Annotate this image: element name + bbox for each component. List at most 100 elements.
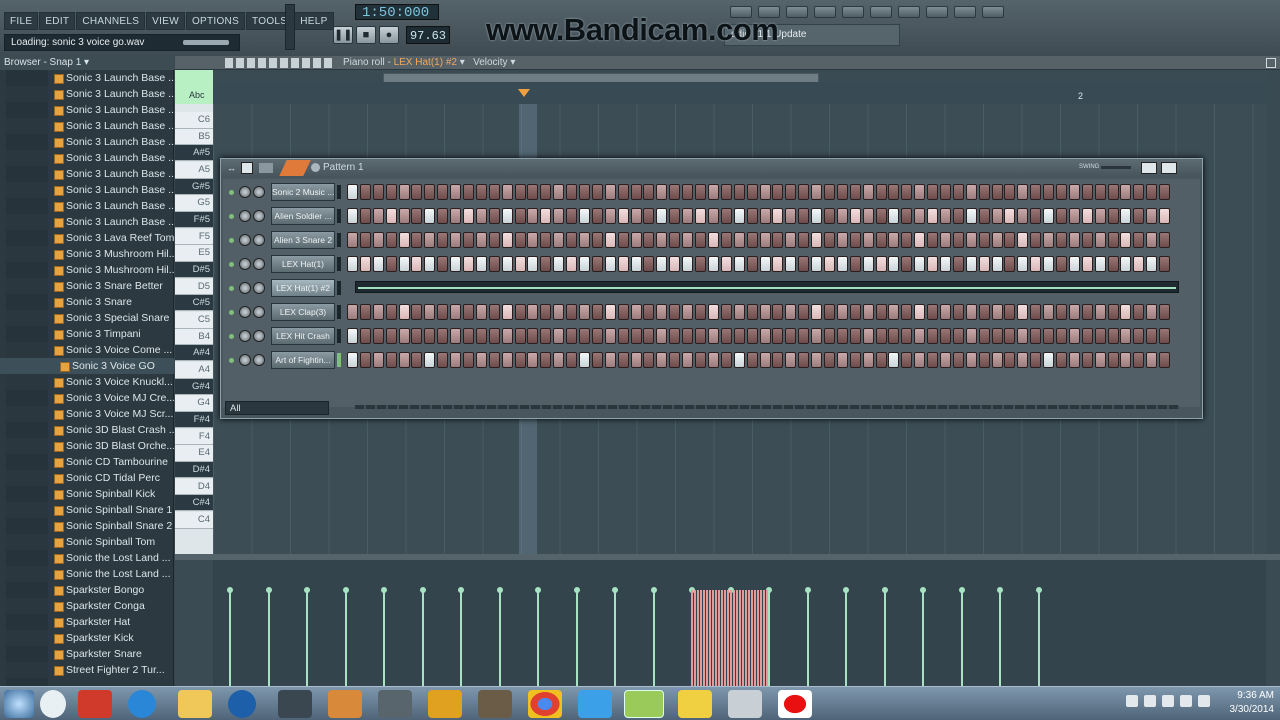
shortcut-button[interactable] bbox=[870, 6, 892, 18]
menu-help[interactable]: HELP bbox=[294, 12, 334, 30]
step-button[interactable] bbox=[695, 352, 707, 368]
step-button[interactable] bbox=[914, 352, 926, 368]
black-key[interactable]: G#4 bbox=[175, 378, 213, 395]
mute-led-icon[interactable] bbox=[229, 310, 234, 315]
playhead-marker-icon[interactable] bbox=[518, 89, 530, 97]
white-key[interactable]: D5 bbox=[175, 278, 213, 296]
step-button[interactable] bbox=[540, 184, 552, 200]
volume-knob[interactable] bbox=[253, 234, 265, 246]
browser-item[interactable]: Sonic 3 Launch Base ... bbox=[0, 150, 174, 166]
step-button[interactable] bbox=[359, 328, 371, 344]
app-icon[interactable] bbox=[578, 690, 612, 718]
selected-velocity-bar[interactable] bbox=[724, 590, 726, 686]
step-button[interactable] bbox=[643, 184, 655, 200]
step-button[interactable] bbox=[630, 232, 642, 248]
step-button[interactable] bbox=[604, 184, 616, 200]
vertical-scrollbar[interactable] bbox=[1268, 70, 1280, 554]
step-button[interactable] bbox=[991, 304, 1003, 320]
step-button[interactable] bbox=[965, 328, 977, 344]
velocity-bar[interactable] bbox=[1035, 587, 1042, 686]
step-button[interactable] bbox=[424, 304, 436, 320]
step-button[interactable] bbox=[1068, 208, 1080, 224]
step-button[interactable] bbox=[591, 232, 603, 248]
step-button[interactable] bbox=[1068, 232, 1080, 248]
step-button[interactable] bbox=[604, 232, 616, 248]
step-button[interactable] bbox=[849, 328, 861, 344]
velocity-bar[interactable] bbox=[496, 587, 503, 686]
step-button[interactable] bbox=[669, 328, 681, 344]
step-button[interactable] bbox=[927, 184, 939, 200]
step-button[interactable] bbox=[823, 208, 835, 224]
step-button[interactable] bbox=[682, 184, 694, 200]
step-button[interactable] bbox=[849, 256, 861, 272]
step-button[interactable] bbox=[643, 352, 655, 368]
step-button[interactable] bbox=[669, 256, 681, 272]
step-button[interactable] bbox=[875, 256, 887, 272]
step-button[interactable] bbox=[1043, 256, 1055, 272]
step-button[interactable] bbox=[862, 304, 874, 320]
selected-velocity-bar[interactable] bbox=[730, 590, 732, 686]
step-button[interactable] bbox=[811, 304, 823, 320]
mute-led-icon[interactable] bbox=[229, 214, 234, 219]
step-button[interactable] bbox=[656, 184, 668, 200]
step-button[interactable] bbox=[1094, 256, 1106, 272]
step-button[interactable] bbox=[527, 304, 539, 320]
step-button[interactable] bbox=[785, 232, 797, 248]
volume-knob[interactable] bbox=[253, 258, 265, 270]
volume-icon[interactable] bbox=[1198, 695, 1210, 707]
step-button[interactable] bbox=[437, 184, 449, 200]
step-button[interactable] bbox=[772, 304, 784, 320]
step-button[interactable] bbox=[514, 184, 526, 200]
browser-item[interactable]: Sonic 3 Mushroom Hil... bbox=[0, 262, 174, 278]
step-button[interactable] bbox=[424, 232, 436, 248]
abc-label[interactable]: Abc bbox=[189, 90, 205, 100]
step-button[interactable] bbox=[836, 328, 848, 344]
step-button[interactable] bbox=[952, 352, 964, 368]
step-button[interactable] bbox=[347, 304, 358, 320]
start-button-icon[interactable] bbox=[4, 690, 34, 718]
velocity-bar[interactable] bbox=[958, 587, 965, 686]
menu-edit[interactable]: EDIT bbox=[39, 12, 76, 30]
step-button[interactable] bbox=[798, 256, 810, 272]
step-button[interactable] bbox=[695, 208, 707, 224]
step-button[interactable] bbox=[978, 328, 990, 344]
step-button[interactable] bbox=[965, 304, 977, 320]
step-button[interactable] bbox=[823, 232, 835, 248]
browser-item[interactable]: Sonic 3 Voice GO bbox=[0, 358, 174, 374]
step-button[interactable] bbox=[952, 328, 964, 344]
step-button[interactable] bbox=[695, 328, 707, 344]
velocity-bar[interactable] bbox=[227, 587, 233, 686]
channel-name-button[interactable]: LEX Clap(3) bbox=[271, 303, 335, 321]
pattern-title[interactable]: Pattern 1 bbox=[323, 162, 364, 173]
step-button[interactable] bbox=[862, 352, 874, 368]
step-button[interactable] bbox=[862, 208, 874, 224]
step-button[interactable] bbox=[398, 232, 410, 248]
step-button[interactable] bbox=[1043, 352, 1055, 368]
step-button[interactable] bbox=[347, 184, 358, 200]
menu-channels[interactable]: CHANNELS bbox=[76, 12, 146, 30]
menu-options[interactable]: OPTIONS bbox=[185, 12, 246, 30]
step-button[interactable] bbox=[785, 304, 797, 320]
step-button[interactable] bbox=[901, 232, 913, 248]
step-button[interactable] bbox=[669, 304, 681, 320]
step-button[interactable] bbox=[836, 304, 848, 320]
step-button[interactable] bbox=[411, 304, 423, 320]
velocity-bar[interactable] bbox=[304, 587, 310, 686]
step-button[interactable] bbox=[501, 352, 513, 368]
step-button[interactable] bbox=[682, 328, 694, 344]
step-button[interactable] bbox=[527, 256, 539, 272]
step-button[interactable] bbox=[1017, 256, 1029, 272]
step-button[interactable] bbox=[1159, 232, 1171, 248]
browser-title[interactable]: Browser - Snap 1 ▾ bbox=[0, 56, 174, 70]
velocity-bar[interactable] bbox=[920, 587, 926, 686]
step-button[interactable] bbox=[463, 232, 475, 248]
velocity-bar[interactable] bbox=[573, 587, 580, 686]
step-button[interactable] bbox=[385, 208, 397, 224]
step-button[interactable] bbox=[823, 352, 835, 368]
step-button[interactable] bbox=[978, 256, 990, 272]
step-button[interactable] bbox=[1004, 208, 1016, 224]
step-button[interactable] bbox=[1159, 352, 1171, 368]
step-button[interactable] bbox=[772, 184, 784, 200]
black-key[interactable]: A#4 bbox=[175, 345, 213, 362]
step-button[interactable] bbox=[914, 328, 926, 344]
